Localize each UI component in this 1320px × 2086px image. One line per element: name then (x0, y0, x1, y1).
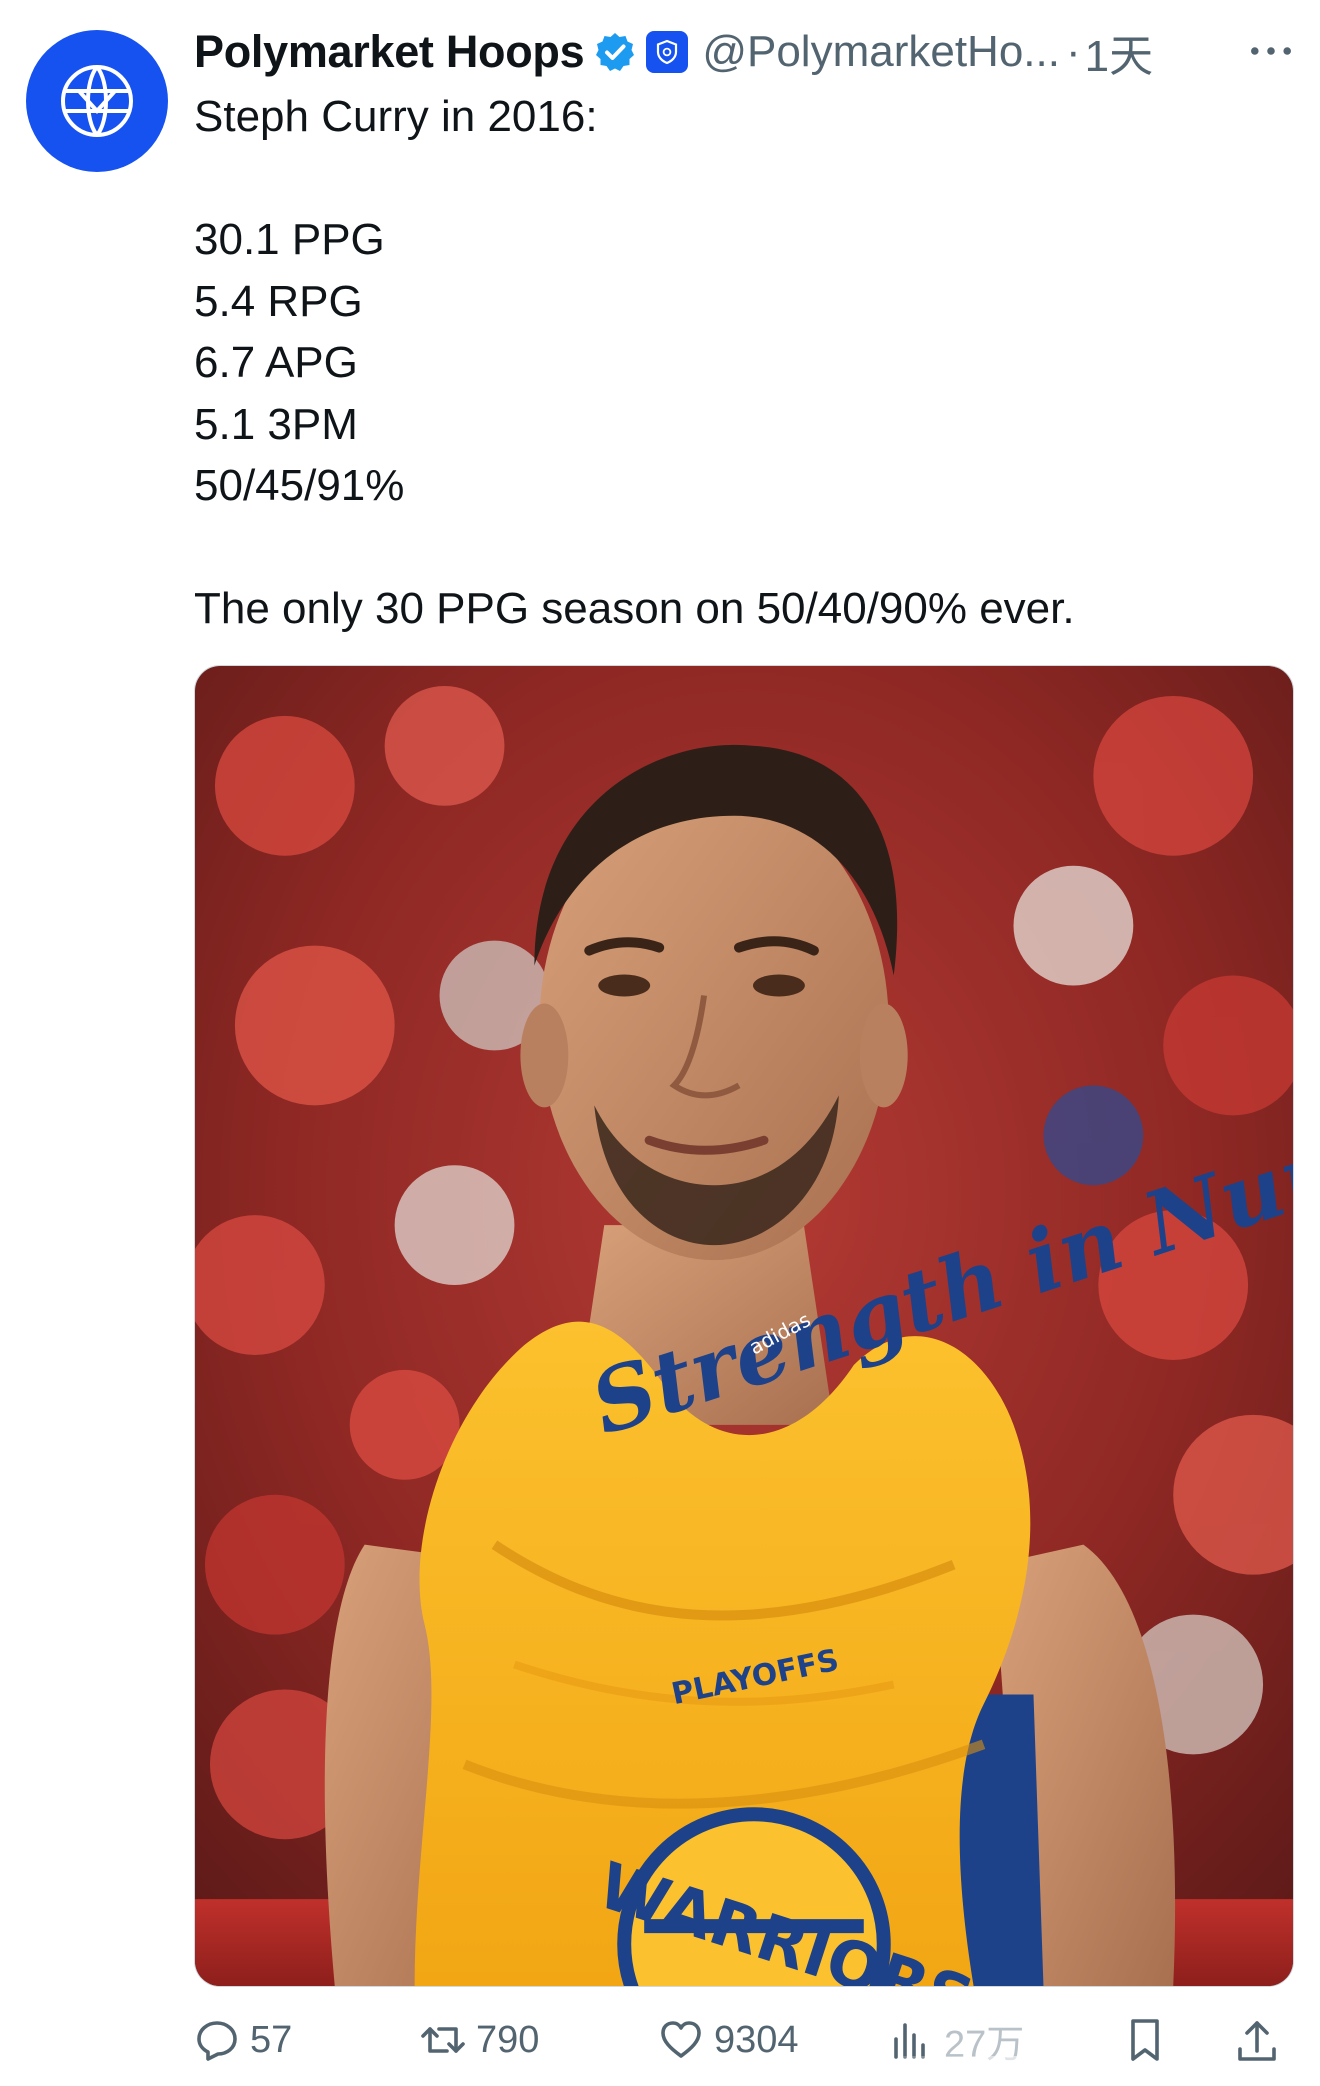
photo-canvas: Strength in Numbers PLAYOFFS adidas WARR… (195, 666, 1293, 1986)
reply-count: 57 (250, 2018, 293, 2061)
reply-icon (197, 2021, 237, 2061)
share-button[interactable] (1234, 2010, 1290, 2070)
more-dots-icon[interactable] (1246, 26, 1296, 76)
tweet-line: 5.1 3PM (194, 399, 358, 449)
tweet-text: Steph Curry in 2016: 30.1 PPG 5.4 RPG 6.… (194, 86, 1294, 640)
tweet-actions: 57 790 9304 27万 (194, 2010, 1304, 2070)
basketball-logo-icon (61, 65, 133, 137)
affiliate-badge-icon[interactable] (646, 31, 689, 73)
tweet-line: 5.4 RPG (194, 276, 363, 326)
heart-icon (661, 2021, 701, 2058)
tweet-line (194, 517, 1294, 579)
tweet-line: 50/45/91% (194, 461, 405, 510)
author-display-name[interactable]: Polymarket Hoops (194, 26, 585, 78)
tweet-line: 6.7 APG (194, 338, 358, 387)
like-count: 9304 (714, 2018, 799, 2061)
verified-badge-icon[interactable] (594, 31, 636, 73)
retweet-count: 790 (476, 2018, 540, 2061)
header-separator: · (1065, 27, 1081, 76)
tweet-header: Polymarket Hoops @PolymarketHo... · 1天 (194, 22, 1304, 82)
tweet-line: 30.1 PPG (194, 215, 385, 264)
reply-button[interactable]: 57 (194, 2010, 292, 2070)
bookmark-button[interactable] (1122, 2010, 1178, 2070)
tweet-line: The only 30 PPG season on 50/40/90% ever… (194, 584, 1075, 633)
tweet-card: Polymarket Hoops @PolymarketHo... · 1天 S… (0, 0, 1320, 2086)
fade-overlay (900, 2056, 1130, 2078)
tweet-line: Steph Curry in 2016: (194, 92, 598, 141)
tweet-timestamp[interactable]: 1天 (1085, 20, 1153, 84)
tweet-photo[interactable]: Strength in Numbers PLAYOFFS adidas WARR… (194, 665, 1294, 1987)
author-handle[interactable]: @PolymarketHo... (702, 27, 1060, 77)
tweet-line (194, 148, 1294, 210)
avatar[interactable] (26, 30, 168, 172)
retweet-icon (421, 2027, 465, 2053)
like-button[interactable]: 9304 (658, 2010, 799, 2070)
retweet-button[interactable]: 790 (420, 2010, 539, 2070)
share-icon (1238, 2021, 1276, 2061)
